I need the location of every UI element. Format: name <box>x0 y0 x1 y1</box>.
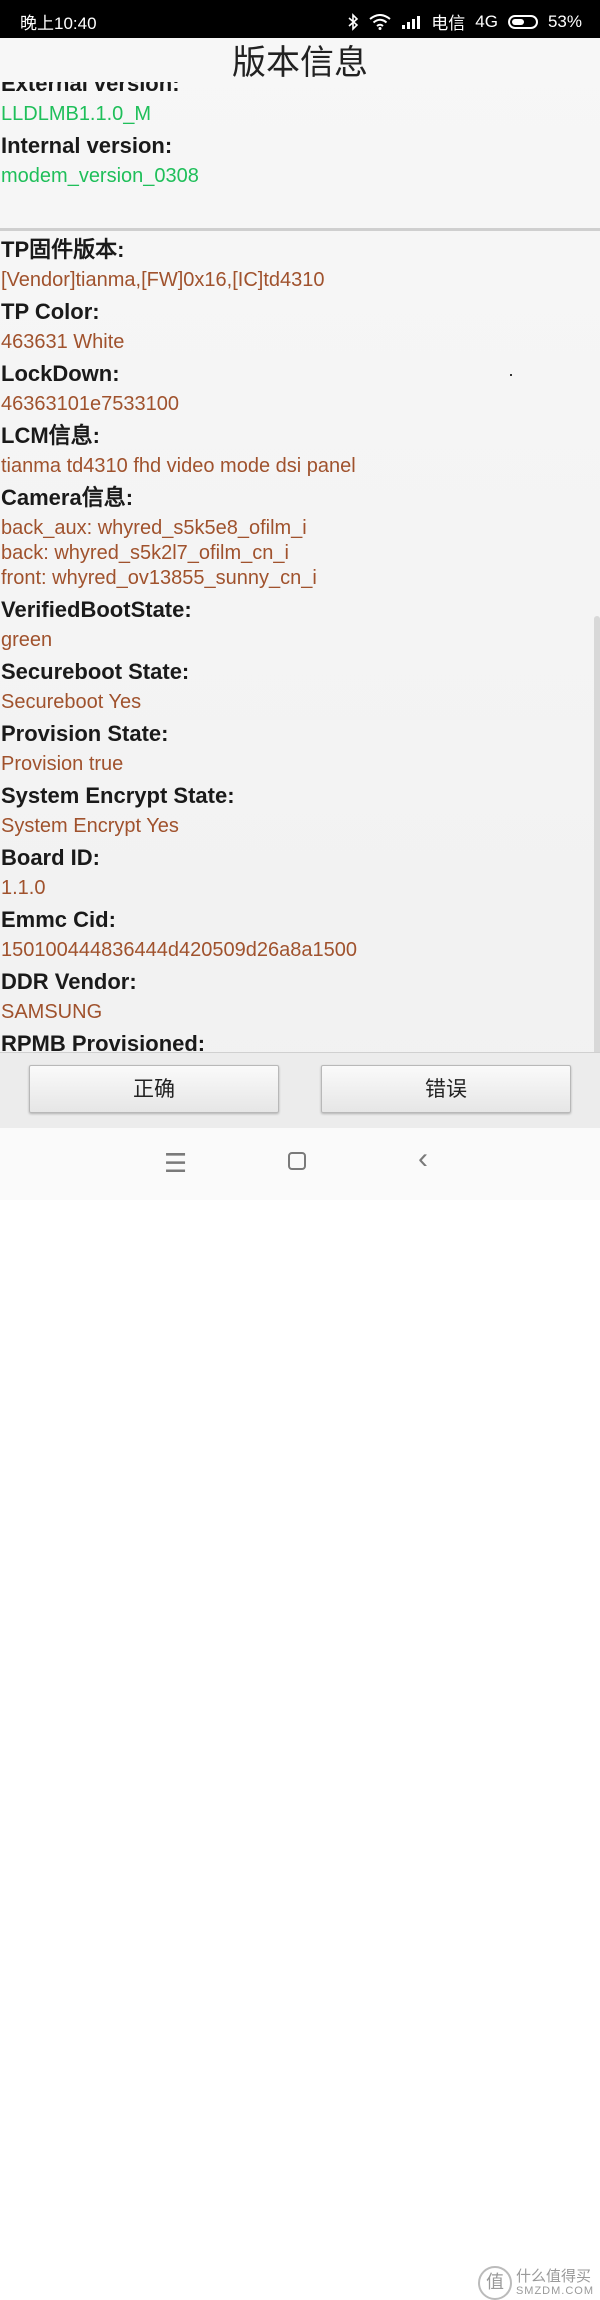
info-item: LockDown: 46363101e7533100 <box>0 358 600 420</box>
info-label: DDR Vendor: <box>1 969 137 994</box>
info-value: 1.1.0 <box>0 873 600 904</box>
info-label: External version: <box>1 82 180 96</box>
page-title: 版本信息 <box>232 43 368 83</box>
info-item: Board ID: 1.1.0 <box>0 842 600 904</box>
info-label: VerifiedBootState: <box>1 597 192 622</box>
carrier-label: 电信 <box>431 14 466 33</box>
info-value-line: [Vendor]tianma,[FW]0x16,[IC]td4310 <box>1 269 325 291</box>
status-icons: 电信 4G 53% <box>347 9 582 34</box>
version-info-list[interactable]: TP固件版本: [Vendor]tianma,[FW]0x16,[IC]td431… <box>0 234 600 1054</box>
watermark-logo: 值 <box>477 2266 512 2300</box>
navigation-bar: ☰ ‹ 值 什么值得买 SMZDM.COM <box>0 1128 600 2300</box>
info-label: RPMB Provisioned: <box>1 1031 206 1054</box>
info-value-line: modem_version_0308 <box>1 165 199 187</box>
info-item: DDR Vendor: SAMSUNG <box>0 966 600 1028</box>
info-label: Internal version: <box>1 133 173 158</box>
info-item: VerifiedBootState: green <box>0 594 600 656</box>
info-label: Camera信息: <box>1 485 134 510</box>
menu-icon[interactable]: ☰ <box>164 1148 187 1179</box>
info-value: LLDLMB1.1.0_M <box>0 99 199 130</box>
info-value-line: 46363101e7533100 <box>1 393 179 415</box>
battery-percent: 53% <box>547 11 582 31</box>
info-value: 46363101e7533100 <box>0 389 600 420</box>
info-label: Board ID: <box>1 845 100 870</box>
info-value-line: 150100444836444d420509d26a8a1500 <box>1 939 357 961</box>
info-item: RPMB Provisioned:Yes <box>0 1028 600 1054</box>
info-value: SAMSUNG <box>0 997 600 1028</box>
info-value: tianma td4310 fhd video mode dsi panel <box>0 451 600 482</box>
info-label: Emmc Cid: <box>1 907 116 932</box>
signal-icon <box>401 15 421 29</box>
info-value-line: front: whyred_ov13855_sunny_cn_i <box>1 567 317 589</box>
info-value-line: 463631 White <box>1 331 125 353</box>
button-bar: 正确 错误 <box>0 1052 600 1129</box>
info-value: Secureboot Yes <box>0 687 600 718</box>
info-value-line: 1.1.0 <box>1 877 46 899</box>
info-value: green <box>0 625 600 656</box>
info-value-line: back: whyred_s5k2l7_ofilm_cn_i <box>1 542 289 564</box>
info-item: Internal version: modem_version_0308 <box>0 130 199 192</box>
info-value: 150100444836444d420509d26a8a1500 <box>0 935 600 966</box>
info-value-line: System Encrypt Yes <box>1 815 179 837</box>
info-value-line: tianma td4310 fhd video mode dsi panel <box>1 455 356 477</box>
info-label: Secureboot State: <box>1 659 190 684</box>
info-value: Provision true <box>0 749 600 780</box>
info-value: modem_version_0308 <box>0 161 199 192</box>
info-value: 463631 White <box>0 327 600 358</box>
bluetooth-icon <box>347 12 359 31</box>
modem-version-list: External version: LLDLMB1.1.0_M Internal v… <box>0 82 199 192</box>
back-icon[interactable]: ‹ <box>418 1142 428 1176</box>
watermark-text: 什么值得买 <box>515 2267 591 2285</box>
info-item: LCM信息: tianma td4310 fhd video mode dsi p… <box>0 420 600 482</box>
watermark: 值 什么值得买 SMZDM.COM <box>477 2266 594 2300</box>
info-label: Provision State: <box>1 721 169 746</box>
info-value: back_aux: whyred_s5k5e8_ofilm_i back: why… <box>0 513 600 594</box>
status-time: 晚上10:40 <box>20 14 97 33</box>
error-button[interactable]: 错误 <box>321 1065 571 1113</box>
info-label: TP固件版本: <box>1 237 125 262</box>
home-icon[interactable] <box>288 1152 306 1170</box>
correct-button[interactable]: 正确 <box>29 1065 279 1113</box>
info-value-line: back_aux: whyred_s5k5e8_ofilm_i <box>1 517 307 539</box>
network-type: 4G <box>475 11 498 31</box>
battery-icon <box>507 14 538 29</box>
info-label: LCM信息: <box>1 423 100 448</box>
info-value-line: Secureboot Yes <box>1 691 142 713</box>
info-value-line: LLDLMB1.1.0_M <box>1 103 152 125</box>
watermark-url: SMZDM.COM <box>515 2285 594 2297</box>
modem-version-pane[interactable]: External version: LLDLMB1.1.0_M Internal v… <box>0 82 600 226</box>
info-item: External version: LLDLMB1.1.0_M <box>0 82 199 130</box>
info-item: System Encrypt State: System Encrypt Yes <box>0 780 600 842</box>
info-item: TP Color: 463631 White <box>0 296 600 358</box>
pane-divider <box>0 228 600 231</box>
info-label: System Encrypt State: <box>1 783 235 808</box>
info-label: TP Color: <box>1 299 100 324</box>
status-bar: 晚上10:40 电信 4G 53% <box>0 0 600 38</box>
info-value-line: green <box>1 629 53 651</box>
info-value: System Encrypt Yes <box>0 811 600 842</box>
info-value: [Vendor]tianma,[FW]0x16,[IC]td4310 <box>0 265 600 296</box>
info-item: Camera信息: back_aux: whyred_s5k5e8_ofilm_i… <box>0 482 600 594</box>
info-item: Secureboot State: Secureboot Yes <box>0 656 600 718</box>
info-item: TP固件版本: [Vendor]tianma,[FW]0x16,[IC]td431… <box>0 234 600 296</box>
scrollbar[interactable] <box>594 616 600 1088</box>
info-value-line: Provision true <box>1 753 124 775</box>
version-info-screen: 版本信息 External version: LLDLMB1.1.0_M Inter… <box>0 38 600 1128</box>
wifi-icon <box>369 13 391 30</box>
info-item: Emmc Cid: 150100444836444d420509d26a8a150… <box>0 904 600 966</box>
info-value-line: SAMSUNG <box>1 1001 103 1023</box>
stray-dot <box>510 374 512 376</box>
info-item: Provision State: Provision true <box>0 718 600 780</box>
